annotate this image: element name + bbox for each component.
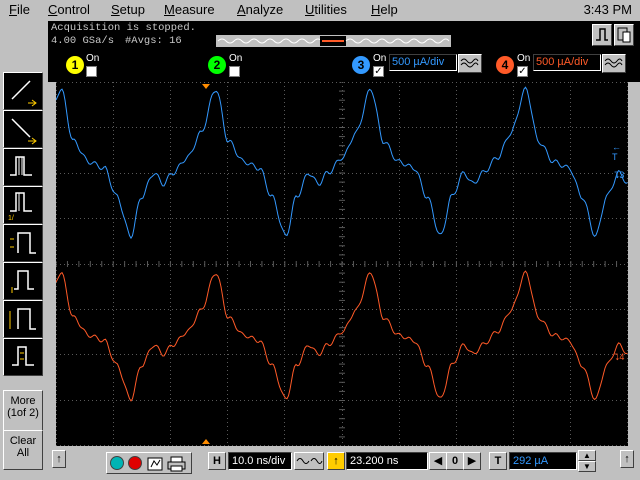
left-scroll-button[interactable]: ↑ <box>52 450 66 468</box>
trigger-level-up-button[interactable]: ▲ <box>578 450 596 461</box>
menu-analyze[interactable]: Analyze <box>237 2 283 17</box>
channel-4-checkbox[interactable]: ✓ <box>517 66 528 77</box>
wave-coupling-icon <box>460 58 479 68</box>
channel-2-badge[interactable]: 2 <box>208 56 226 74</box>
window-control-button[interactable] <box>614 24 634 46</box>
sample-rate: 4.00 GSa/s <box>51 35 115 47</box>
pulse-width-trigger-button[interactable]: 1/ <box>3 186 43 224</box>
rising-edge-icon <box>11 80 37 107</box>
channel-4-trace <box>55 270 628 402</box>
acquisition-status: Acquisition is stopped. <box>51 22 196 34</box>
memory-bar[interactable] <box>216 35 451 47</box>
delay-reference-button[interactable]: ↑ <box>327 452 345 470</box>
channel-2-checkbox[interactable] <box>229 66 240 77</box>
print-icon[interactable] <box>167 456 187 472</box>
trigger-level-down-button[interactable]: ▼ <box>578 461 596 472</box>
falling-edge-trigger-button[interactable] <box>3 110 43 148</box>
trigger-level-field[interactable]: 292 µA <box>509 452 577 470</box>
trigger-position-bottom-marker <box>202 439 210 444</box>
menu-help[interactable]: Help <box>371 2 398 17</box>
channel-3-on-label: On <box>373 53 387 64</box>
menu-file[interactable]: File <box>9 2 30 17</box>
channel-3-trace <box>55 86 628 240</box>
single-acquisition-icon[interactable] <box>147 456 165 472</box>
menu-control[interactable]: Control <box>48 2 90 17</box>
channel-3-badge[interactable]: 3 <box>352 56 370 74</box>
setup-hold-icon <box>10 232 36 254</box>
timeout-trigger-button[interactable] <box>3 338 43 376</box>
bottom-bar: ↑ H 10.0 ns/div ↑ 23.200 ns ◀ 0 ▶ T 292 … <box>48 446 640 480</box>
channel-3-coupling-button[interactable] <box>458 54 482 73</box>
menu-setup[interactable]: Setup <box>111 2 145 17</box>
falling-edge-icon <box>11 118 37 145</box>
channel-3-scale[interactable]: 500 µA/div <box>389 54 457 71</box>
waveform-graticule <box>55 81 628 446</box>
rising-edge-trigger-button[interactable] <box>3 72 43 110</box>
timebase-wave-button[interactable] <box>294 452 324 470</box>
clock: 3:43 PM <box>583 2 632 17</box>
more-label: More <box>10 395 36 407</box>
glitch-trigger-button[interactable] <box>3 148 43 186</box>
trigger-level-marker: ← T <box>612 142 621 162</box>
transition-trigger-button[interactable] <box>3 262 43 300</box>
transition-icon <box>11 270 34 293</box>
runt-icon <box>9 308 36 330</box>
channel-2-on-label: On <box>229 53 243 64</box>
channel-3-ground-marker[interactable]: ⮧3 <box>614 170 624 181</box>
delay-zero-button[interactable]: 0 <box>446 452 464 470</box>
acquisition-status-panel: Acquisition is stopped. 4.00 GSa/s #Avgs… <box>48 21 640 49</box>
timebase-field[interactable]: 10.0 ns/div <box>228 452 292 470</box>
wave-coupling-icon <box>604 58 623 68</box>
channel-1-on-label: On <box>86 53 100 64</box>
menu-utilities[interactable]: Utilities <box>305 2 347 17</box>
clear-label: Clear <box>9 435 37 447</box>
pulse-width-icon: 1/ <box>8 192 32 222</box>
delay-decrement-button[interactable]: ◀ <box>429 452 447 470</box>
channel-4-scale[interactable]: 500 µA/div <box>533 54 601 71</box>
run-button[interactable] <box>110 456 124 470</box>
channel-1-checkbox[interactable] <box>86 66 97 77</box>
left-toolbar: 1/ More (1of 2) Clear All <box>0 66 46 470</box>
horizontal-delay-field[interactable]: 23.200 ns <box>346 452 428 470</box>
setup-hold-trigger-button[interactable] <box>3 224 43 262</box>
timeout-icon <box>12 346 34 366</box>
svg-text:1/: 1/ <box>8 215 14 222</box>
channel-3-checkbox[interactable]: ✓ <box>373 66 384 77</box>
channel-4-badge[interactable]: 4 <box>496 56 514 74</box>
channel-4-coupling-button[interactable] <box>602 54 626 73</box>
stop-button[interactable] <box>128 456 142 470</box>
runt-trigger-button[interactable] <box>3 300 43 338</box>
menu-bar: File Control Setup Measure Analyze Utili… <box>0 0 640 21</box>
wave-icon <box>296 458 323 464</box>
trigger-button[interactable]: T <box>489 452 507 470</box>
window-icon <box>617 27 631 43</box>
run-control-group <box>106 452 192 474</box>
trigger-position-top-marker <box>202 84 210 89</box>
averages-count: #Avgs: 16 <box>125 35 182 47</box>
glitch-icon <box>10 156 32 176</box>
clear-label-2: All <box>16 447 30 459</box>
delay-increment-button[interactable]: ▶ <box>463 452 481 470</box>
clear-all-button[interactable]: Clear All <box>3 430 43 470</box>
channel-bar: 1 On 2 On 3 On ✓ 500 µA/div 4 On ✓ 500 µ… <box>48 49 640 82</box>
pulse-icon <box>596 28 608 41</box>
right-scroll-button[interactable]: ↑ <box>620 450 634 468</box>
horizontal-button[interactable]: H <box>208 452 226 470</box>
setup-guide-button[interactable] <box>592 24 612 46</box>
channel-4-on-label: On <box>517 53 531 64</box>
channel-1-badge[interactable]: 1 <box>66 56 84 74</box>
graticule-grid <box>55 81 628 446</box>
channel-4-ground-marker[interactable]: ⮧4 <box>614 352 624 363</box>
menu-measure[interactable]: Measure <box>164 2 215 17</box>
more-page-label: (1of 2) <box>7 407 39 419</box>
waveform-display[interactable]: ← T ⮧3 ⮧4 <box>55 81 628 446</box>
memory-waveform-icon <box>217 36 450 46</box>
